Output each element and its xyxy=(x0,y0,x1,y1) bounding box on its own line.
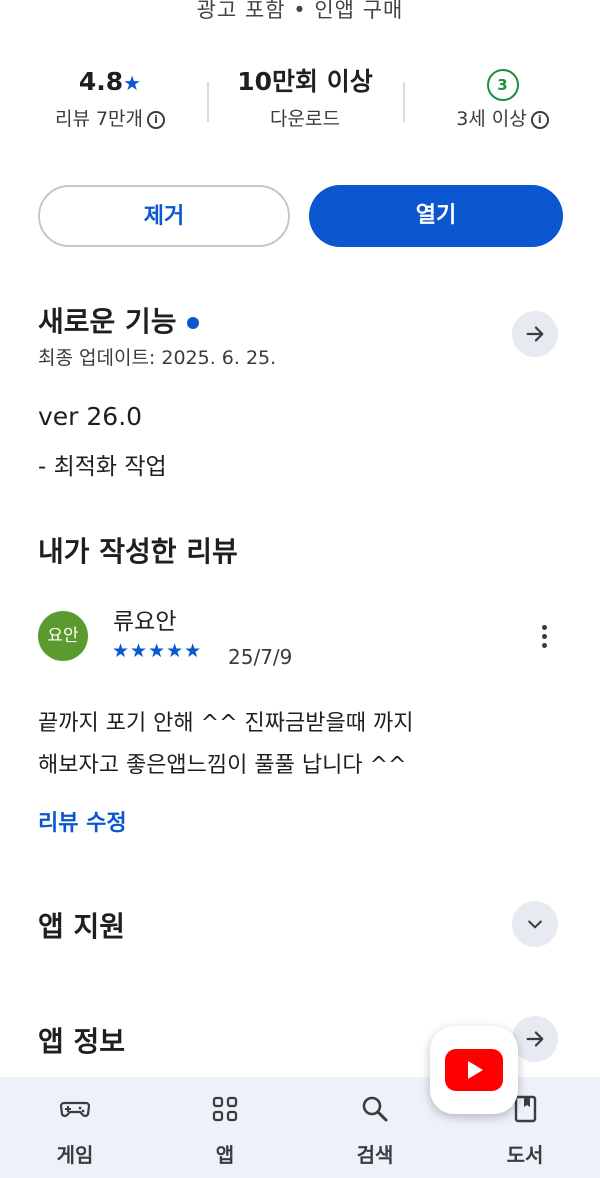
gamepad-icon xyxy=(59,1101,91,1118)
edit-review-link[interactable]: 리뷰 수정 xyxy=(38,805,127,837)
whats-new-header: 새로운 기능 xyxy=(38,300,199,340)
youtube-floating-button[interactable] xyxy=(430,1026,518,1114)
chevron-down-icon xyxy=(528,920,542,929)
downloads-stat: 10만회 이상 다운로드 xyxy=(215,62,395,136)
age-rating-stat[interactable]: 3 3세 이상 i xyxy=(425,62,580,136)
top-notice: 광고 포함 • 인앱 구매 xyxy=(0,0,600,30)
app-info-title[interactable]: 앱 정보 xyxy=(38,1020,125,1060)
arrow-right-icon xyxy=(526,1031,544,1047)
apps-grid-icon xyxy=(212,1096,238,1122)
ads-iap-notice: 광고 포함 • 인앱 구매 xyxy=(196,0,404,22)
youtube-icon xyxy=(445,1049,503,1091)
whats-new-arrow-button[interactable] xyxy=(512,311,558,357)
nav-apps[interactable]: 앱 xyxy=(175,1077,275,1178)
review-text-line1: 끝까지 포기 안해 ^^ 진짜금받을때 까지 xyxy=(38,711,414,736)
whats-new-title: 새로운 기능 xyxy=(38,305,177,338)
open-button[interactable]: 열기 xyxy=(309,185,563,247)
rating-value: 4.8 xyxy=(78,67,124,96)
stat-divider xyxy=(403,82,405,122)
new-indicator-dot xyxy=(186,317,199,329)
nav-label-apps: 앱 xyxy=(215,1143,235,1167)
arrow-right-icon xyxy=(526,326,544,342)
avatar: 요안 xyxy=(38,611,88,661)
downloads-value: 10만회 이상 xyxy=(237,67,373,96)
stat-divider xyxy=(207,82,209,122)
nav-label-games: 게임 xyxy=(56,1143,94,1167)
nav-label-search: 검색 xyxy=(356,1143,394,1167)
downloads-label: 다운로드 xyxy=(270,108,340,130)
app-support-title[interactable]: 앱 지원 xyxy=(38,905,125,945)
review-date: 25/7/9 xyxy=(228,645,293,669)
age-rating-label: 3세 이상 xyxy=(456,108,527,130)
star-icon: ★ xyxy=(123,71,142,95)
app-info-arrow-button[interactable] xyxy=(512,1016,558,1062)
review-text-line2: 해보자고 좋은앱느낌이 풀풀 납니다 ^^ xyxy=(38,753,407,778)
review-stars: ★★★★★ xyxy=(112,640,203,662)
version-text: ver 26.0 xyxy=(38,402,143,431)
my-review-title: 내가 작성한 리뷰 xyxy=(38,535,238,568)
app-stats: 4.8★ 리뷰 7만개 i 10만회 이상 다운로드 3 3세 이상 i xyxy=(0,62,600,142)
search-icon xyxy=(362,1096,388,1122)
age-rating-icon: 3 xyxy=(486,69,519,101)
info-icon[interactable]: i xyxy=(530,110,549,129)
review-author: 류요안 xyxy=(113,609,177,635)
update-note: - 최적화 작업 xyxy=(38,454,167,480)
last-updated: 최종 업데이트: 2025. 6. 25. xyxy=(38,347,277,369)
nav-games[interactable]: 게임 xyxy=(25,1077,125,1178)
app-support-expand-button[interactable] xyxy=(512,901,558,947)
nav-search[interactable]: 검색 xyxy=(325,1077,425,1178)
nav-label-books: 도서 xyxy=(506,1143,544,1167)
rating-stat[interactable]: 4.8★ 리뷰 7만개 i xyxy=(30,62,190,136)
remove-button[interactable]: 제거 xyxy=(38,185,290,247)
info-icon[interactable]: i xyxy=(147,110,166,129)
more-options-icon[interactable] xyxy=(530,622,558,652)
rating-label: 리뷰 7만개 xyxy=(54,108,144,130)
